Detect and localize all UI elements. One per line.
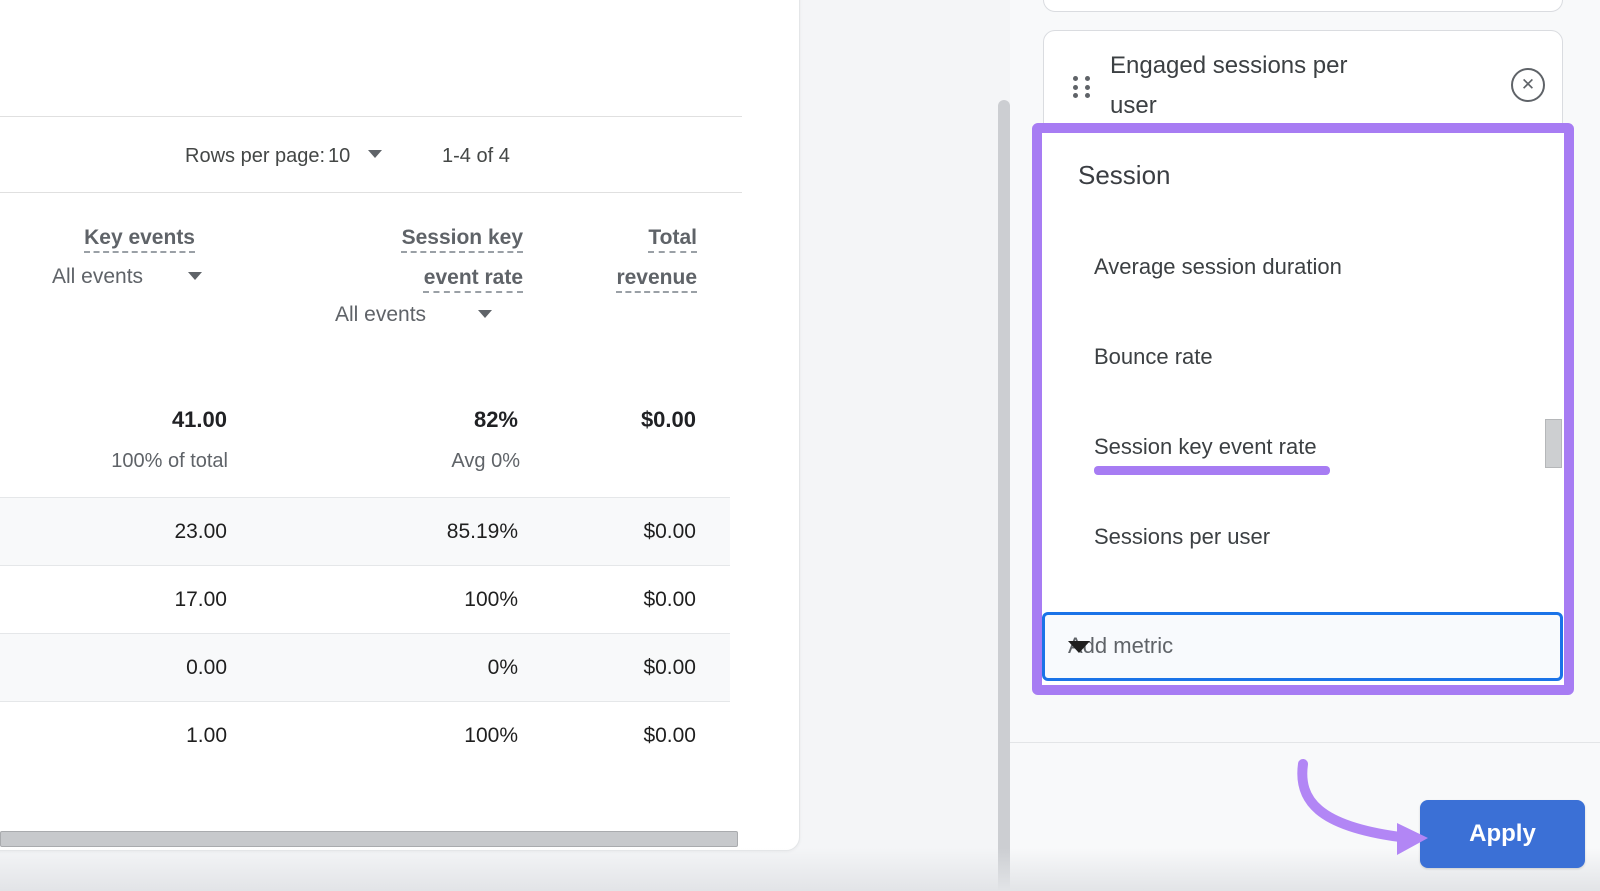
- close-icon[interactable]: ✕: [1511, 68, 1545, 102]
- drag-handle-icon[interactable]: [1073, 76, 1090, 98]
- table-row: 1.00 100% $0.00: [0, 701, 730, 767]
- column-header-session-key-event-rate[interactable]: Session key event rate: [373, 218, 523, 298]
- add-metric-select[interactable]: Add metric: [1042, 612, 1563, 681]
- dropdown-scrollbar-thumb[interactable]: [1545, 419, 1562, 468]
- cell-rate: 85.19%: [368, 498, 518, 565]
- session-rate-filter[interactable]: All events: [335, 303, 426, 327]
- cell-revenue: $0.00: [546, 498, 696, 565]
- cell-rate: 100%: [368, 566, 518, 633]
- header-divider: [0, 192, 742, 193]
- apply-button[interactable]: Apply: [1420, 800, 1585, 868]
- dropdown-option-session-key-event-rate[interactable]: Session key event rate: [1094, 434, 1317, 460]
- session-rate-filter-caret-icon[interactable]: [478, 310, 492, 318]
- dropdown-group-label: Session: [1078, 160, 1171, 191]
- key-events-filter[interactable]: All events: [52, 265, 143, 289]
- cell-key-events: 23.00: [77, 498, 227, 565]
- totals-revenue: $0.00: [546, 407, 696, 433]
- annotation-highlight-box: [1032, 123, 1574, 695]
- table-row: 17.00 100% $0.00: [0, 565, 730, 633]
- cell-rate: 100%: [368, 702, 518, 769]
- totals-rate-sub: Avg 0%: [370, 450, 520, 473]
- add-metric-caret-icon: [1068, 641, 1090, 653]
- horizontal-scrollbar-thumb[interactable]: [0, 831, 738, 847]
- cell-revenue: $0.00: [546, 702, 696, 769]
- metric-card-label: Engaged sessions per user: [1110, 46, 1400, 126]
- totals-key-events: 41.00: [77, 407, 227, 433]
- pagination-range: 1-4 of 4: [442, 145, 510, 168]
- vertical-scrollbar-thumb[interactable]: [998, 100, 1010, 891]
- annotation-arrow: [1270, 745, 1440, 865]
- metric-card-above: [1043, 0, 1563, 12]
- dropdown-option-bounce-rate[interactable]: Bounce rate: [1094, 344, 1213, 370]
- column-header-key-events[interactable]: Key events: [40, 218, 195, 258]
- key-events-filter-caret-icon[interactable]: [188, 272, 202, 280]
- cell-key-events: 0.00: [77, 634, 227, 701]
- totals-rate: 82%: [368, 407, 518, 433]
- totals-key-events-sub: 100% of total: [78, 450, 228, 473]
- panel-footer-divider: [1010, 742, 1600, 743]
- rows-per-page-value[interactable]: 10: [328, 145, 350, 168]
- annotation-option-underline: [1094, 466, 1330, 475]
- table-row: 23.00 85.19% $0.00: [0, 497, 730, 565]
- column-header-total-revenue[interactable]: Total revenue: [597, 218, 697, 298]
- rows-per-page-caret-icon[interactable]: [368, 150, 382, 158]
- table-row: 0.00 0% $0.00: [0, 633, 730, 701]
- dropdown-option-sessions-per-user[interactable]: Sessions per user: [1094, 524, 1270, 550]
- cell-revenue: $0.00: [546, 634, 696, 701]
- table-top-divider: [0, 116, 742, 117]
- cell-key-events: 1.00: [77, 702, 227, 769]
- rows-per-page-label: Rows per page:: [185, 145, 325, 168]
- cell-rate: 0%: [368, 634, 518, 701]
- dropdown-option-average-session-duration[interactable]: Average session duration: [1094, 254, 1342, 280]
- cell-key-events: 17.00: [77, 566, 227, 633]
- cell-revenue: $0.00: [546, 566, 696, 633]
